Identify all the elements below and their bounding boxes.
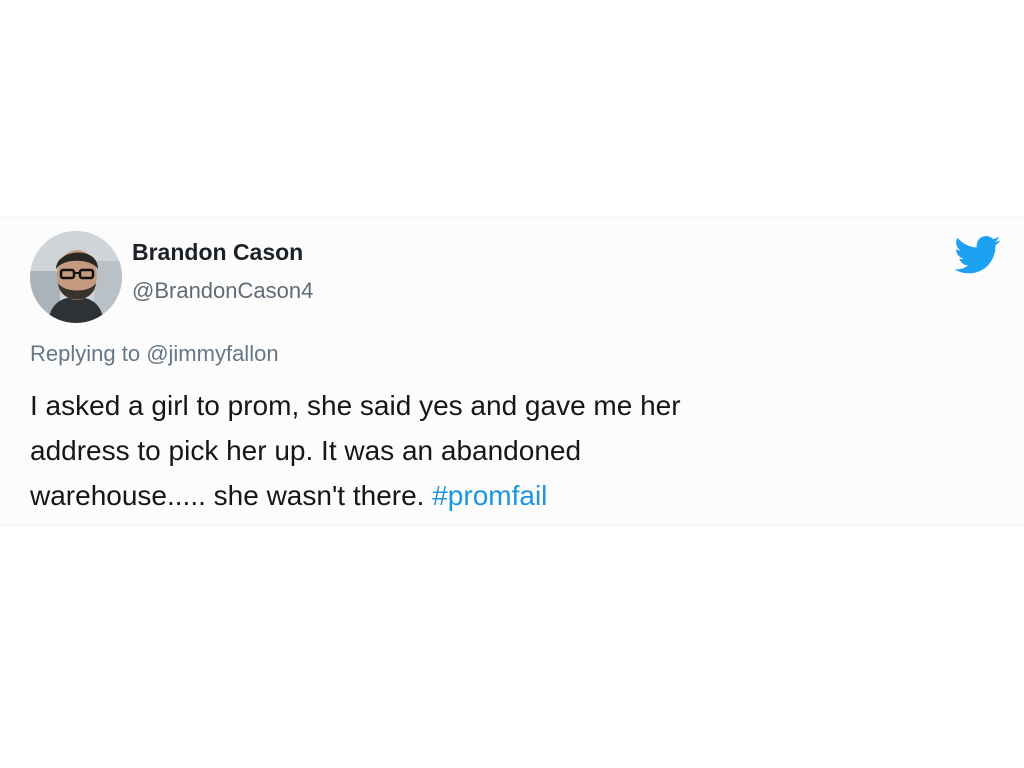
page: Brandon Cason @BrandonCason4 Replying to… xyxy=(0,0,1024,768)
avatar-image xyxy=(30,231,122,323)
twitter-bird-icon[interactable] xyxy=(955,235,1001,275)
reply-context: Replying to @jimmyfallon xyxy=(30,341,279,367)
tweet-text-line-last: warehouse..... she wasn't there. #promfa… xyxy=(30,473,990,518)
tweet-text-line: I asked a girl to prom, she said yes and… xyxy=(30,390,681,421)
tweet-text-line-content: warehouse..... she wasn't there. xyxy=(30,480,425,511)
avatar[interactable] xyxy=(30,231,122,323)
reply-prefix: Replying to xyxy=(30,341,141,366)
user-handle[interactable]: @BrandonCason4 xyxy=(132,278,313,304)
display-name[interactable]: Brandon Cason xyxy=(132,239,303,266)
tweet-text: I asked a girl to prom, she said yes and… xyxy=(30,383,990,518)
tweet-card[interactable]: Brandon Cason @BrandonCason4 Replying to… xyxy=(0,216,1024,526)
reply-mention-link[interactable]: @jimmyfallon xyxy=(146,341,278,366)
tweet-text-line: address to pick her up. It was an abando… xyxy=(30,435,582,466)
hashtag-link[interactable]: #promfail xyxy=(432,480,547,511)
